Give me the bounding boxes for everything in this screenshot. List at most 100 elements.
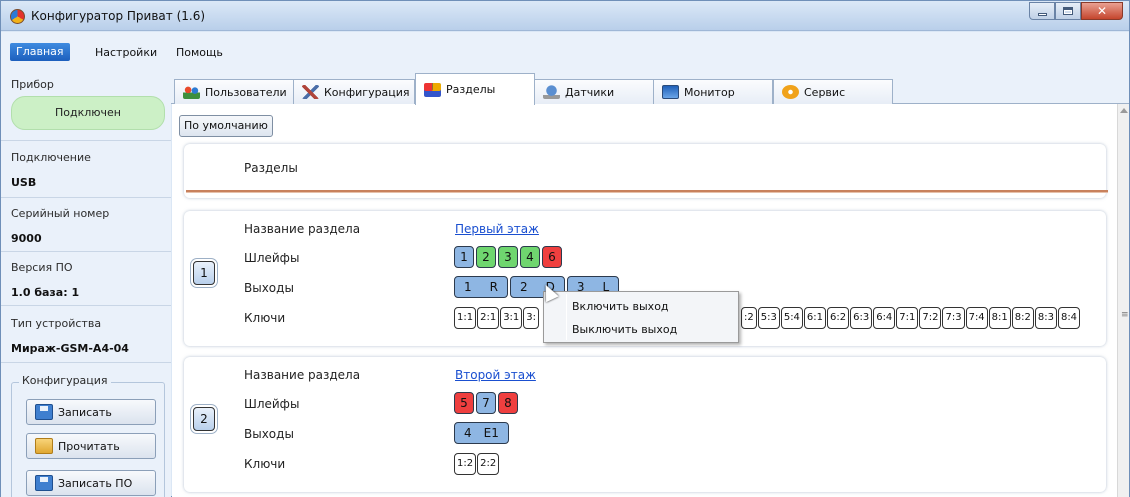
default-button[interactable]: По умолчанию	[179, 115, 273, 137]
output-type: R	[489, 280, 498, 294]
maximize-icon	[1063, 7, 1073, 15]
tab-configuration[interactable]: Конфигурация	[293, 79, 415, 104]
key-chip[interactable]: 3:1	[500, 307, 523, 329]
outputs-list: 4 E1	[454, 422, 509, 444]
key-chip[interactable]: 8:3	[1034, 307, 1057, 329]
key-chip[interactable]: 7:2	[919, 307, 942, 329]
tab-sensors-label: Датчики	[565, 85, 615, 99]
section-name-label: Название раздела	[244, 368, 361, 382]
divider	[186, 190, 1108, 193]
menu-bar: Главная Настройки Помощь	[1, 32, 1129, 72]
scroll-grip-icon[interactable]: ≡	[1121, 310, 1129, 320]
tab-sections[interactable]: Разделы	[415, 73, 535, 105]
tab-users[interactable]: Пользователи	[174, 79, 294, 104]
close-button[interactable]: ✕	[1081, 2, 1123, 20]
loop-chip[interactable]: 2	[476, 246, 496, 268]
key-chip[interactable]: 1:2	[454, 453, 477, 475]
key-chip[interactable]: 5:3	[757, 307, 780, 329]
read-button[interactable]: Прочитать	[26, 433, 156, 459]
key-chip[interactable]: 8:2	[1011, 307, 1034, 329]
tab-sensors[interactable]: Датчики	[534, 79, 654, 104]
loop-chip[interactable]: 8	[498, 392, 518, 414]
serial-value: 9000	[11, 232, 42, 245]
key-chip[interactable]: 8:4	[1057, 307, 1081, 329]
firmware-label: Версия ПО	[11, 261, 73, 274]
sensor-icon	[543, 85, 560, 99]
key-chip[interactable]: 6:3	[850, 307, 873, 329]
output-chip[interactable]: 1R	[454, 276, 508, 298]
vertical-scrollbar[interactable]: ≡	[1117, 104, 1129, 497]
divider	[1, 362, 171, 363]
write-firmware-button[interactable]: Записать ПО	[26, 470, 156, 496]
section-number-button[interactable]: 2	[193, 407, 215, 431]
folder-open-icon	[35, 438, 53, 454]
output-chip[interactable]: 4 E1	[454, 422, 509, 444]
loop-chip[interactable]: 4	[520, 246, 540, 268]
key-chip[interactable]: 2:2	[477, 453, 500, 475]
tab-monitor[interactable]: Монитор	[653, 79, 773, 104]
section-panel: 2 Название раздела Второй этаж Шлейфы 5 …	[184, 357, 1106, 492]
menu-settings[interactable]: Настройки	[95, 46, 157, 59]
key-chip[interactable]: 7:4	[965, 307, 988, 329]
tab-configuration-label: Конфигурация	[324, 85, 410, 99]
monitor-icon	[662, 85, 679, 99]
firmware-value: 1.0 база: 1	[11, 286, 80, 299]
section-number-button[interactable]: 1	[193, 261, 215, 285]
users-icon	[183, 85, 200, 99]
loop-chip[interactable]: 6	[542, 246, 562, 268]
key-chip[interactable]: 3:	[523, 307, 540, 329]
key-chip[interactable]: 8:1	[988, 307, 1011, 329]
write-button[interactable]: Записать	[26, 399, 156, 425]
key-chip[interactable]: 7:1	[896, 307, 919, 329]
menu-item-enable-output[interactable]: Включить выход	[572, 300, 669, 313]
keys-list-right: :2 5:3 5:4 6:1 6:2 6:3 6:4 7:1 7:2 7:3 7…	[741, 307, 1081, 329]
window-controls: ✕	[1029, 2, 1123, 20]
service-icon	[782, 85, 799, 99]
read-button-label: Прочитать	[58, 439, 120, 453]
menu-item-disable-output[interactable]: Выключить выход	[572, 323, 677, 336]
key-chip[interactable]: 6:1	[803, 307, 827, 329]
tab-service[interactable]: Сервис	[773, 79, 893, 104]
minimize-button[interactable]	[1029, 2, 1055, 20]
maximize-button[interactable]	[1055, 2, 1081, 20]
key-chip[interactable]: 5:4	[780, 307, 803, 329]
loops-list: 5 7 8	[454, 392, 518, 414]
tools-icon	[302, 85, 319, 99]
tab-bar: Пользователи Конфигурация Разделы Датчик…	[171, 72, 1129, 105]
divider	[1, 305, 171, 306]
loop-chip[interactable]: 1	[454, 246, 474, 268]
serial-label: Серийный номер	[11, 207, 110, 220]
key-chip[interactable]: 6:2	[827, 307, 850, 329]
output-number: 4	[464, 426, 472, 440]
menu-main[interactable]: Главная	[10, 43, 70, 61]
connection-value: USB	[11, 176, 37, 189]
device-type-label: Тип устройства	[11, 317, 102, 330]
menu-help[interactable]: Помощь	[176, 46, 223, 59]
loop-chip[interactable]: 3	[498, 246, 518, 268]
keys-list-left: 1:1 2:1 3:1 3:	[454, 307, 540, 329]
section-name-link[interactable]: Второй этаж	[455, 368, 536, 382]
key-chip[interactable]: 7:3	[942, 307, 965, 329]
sections-header-title: Разделы	[244, 161, 298, 175]
app-window: Конфигуратор Приват (1.6) ✕ Главная Наст…	[0, 0, 1130, 497]
sidebar: Прибор Подключен Подключение USB Серийны…	[1, 72, 171, 497]
key-chip[interactable]: 6:4	[873, 307, 896, 329]
loop-chip[interactable]: 5	[454, 392, 474, 414]
loop-chip[interactable]: 7	[476, 392, 496, 414]
key-chip[interactable]: 1:1	[454, 307, 477, 329]
title-bar: Конфигуратор Приват (1.6) ✕	[1, 1, 1129, 31]
divider	[1, 140, 171, 141]
app-logo-icon	[10, 9, 25, 24]
connection-status-badge: Подключен	[11, 96, 165, 130]
output-number: 2	[519, 280, 528, 294]
connection-label: Подключение	[11, 151, 91, 164]
key-chip[interactable]: 2:1	[477, 307, 500, 329]
keys-label: Ключи	[244, 457, 286, 471]
write-firmware-button-label: Записать ПО	[58, 476, 133, 490]
divider	[566, 294, 567, 340]
scroll-up-icon[interactable]	[1120, 108, 1128, 113]
section-name-link[interactable]: Первый этаж	[455, 222, 539, 236]
output-type: E1	[483, 426, 499, 440]
keys-list-left: 1:2 2:2	[454, 453, 500, 475]
key-chip[interactable]: :2	[741, 307, 757, 329]
